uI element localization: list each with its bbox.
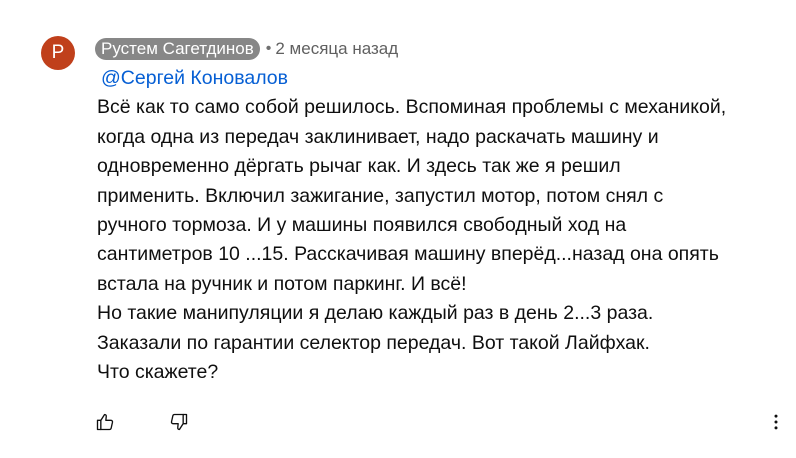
author-name[interactable]: Рустем Сагетдинов (95, 38, 260, 60)
thumbs-up-icon (96, 413, 114, 431)
comment-line: Всё как то само собой решилось. Вспомина… (97, 96, 727, 119)
comment-line: Но такие манипуляции я делаю каждый раз … (97, 302, 654, 325)
mention-link[interactable]: @Сергей Коновалов (101, 64, 787, 93)
dislike-button[interactable] (167, 410, 191, 434)
comment-line: Что скажете? (97, 361, 219, 384)
more-vertical-icon (774, 414, 778, 430)
avatar[interactable]: Р (41, 36, 75, 70)
thumbs-down-icon (170, 413, 188, 431)
comment-line: ручного тормоза. И у машины появился сво… (97, 214, 627, 237)
comment-text: @Сергей Коновалов Всё как то само собой … (97, 64, 787, 387)
comment-line: встала на ручник и потом паркинг. И всё! (97, 272, 467, 295)
comment-timestamp[interactable]: 2 месяца назад (275, 39, 398, 59)
comment-line: сантиметров 10 ...15. Расскачивая машину… (97, 243, 719, 266)
separator-dot: • (265, 40, 272, 57)
comment-card: Р Рустем Сагетдинов • 2 месяца назад @Се… (0, 0, 796, 458)
comment-line: Заказали по гарантии селектор передач. В… (97, 331, 650, 354)
comment-line: применить. Включил зажигание, запустил м… (97, 184, 664, 207)
comment-line: одновременно дёргать рычаг как. И здесь … (97, 155, 621, 178)
like-button[interactable] (93, 410, 117, 434)
more-actions-button[interactable] (764, 410, 788, 434)
comment-header: Рустем Сагетдинов • 2 месяца назад (95, 37, 398, 61)
comment-line: когда одна из передач заклинивает, надо … (97, 125, 659, 148)
